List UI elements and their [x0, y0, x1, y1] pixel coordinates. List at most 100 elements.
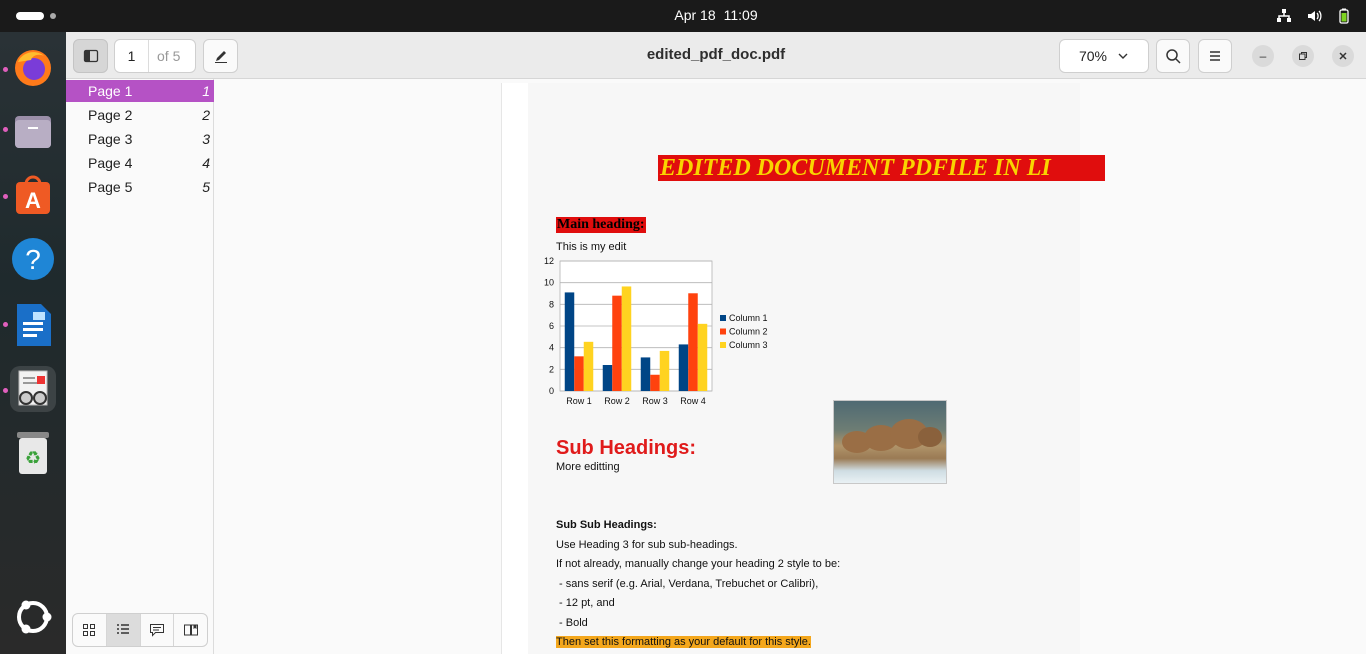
bookmarks-icon — [183, 624, 198, 636]
legend-label: Column 3 — [729, 340, 768, 350]
page-label: Page 4 — [88, 155, 133, 171]
page-number: 2 — [202, 107, 210, 123]
bar — [650, 374, 660, 391]
page-number: 5 — [202, 179, 210, 195]
bar — [640, 357, 651, 391]
sidebar-item-page-5[interactable]: Page 5 5 — [66, 176, 214, 198]
maximize-button[interactable] — [1292, 45, 1314, 67]
clock[interactable]: Apr 18 11:09 — [0, 7, 1366, 23]
thumbnails-icon — [83, 624, 96, 636]
legend-label: Column 1 — [729, 313, 768, 323]
main-menu-button[interactable] — [1198, 39, 1232, 73]
top-bar: Apr 18 11:09 — [0, 0, 1366, 32]
minimize-button[interactable]: – — [1252, 45, 1274, 67]
bar — [564, 292, 575, 391]
writer-icon[interactable] — [10, 302, 56, 348]
sidebar: Page 1 1 Page 2 2 Page 3 3 Page 4 4 Page 5 5 — [66, 79, 214, 654]
outline-icon — [117, 624, 130, 634]
chevron-down-icon — [1118, 53, 1128, 59]
bears-photo — [833, 400, 947, 484]
svg-text:A: A — [25, 188, 41, 213]
app-center-icon[interactable]: A — [10, 172, 56, 218]
y-tick-label: 8 — [549, 299, 554, 309]
body-line: - 12 pt, and — [556, 597, 615, 609]
system-tray[interactable] — [1276, 8, 1352, 24]
running-indicator — [3, 322, 8, 327]
sidebar-item-page-4[interactable]: Page 4 4 — [66, 152, 214, 174]
zoom-dropdown[interactable]: 70% — [1059, 39, 1149, 73]
pdf-page: EDITED DOCUMENT PDFILE IN LI Main headin… — [501, 83, 1105, 654]
body-line: If not already, manually change your hea… — [556, 558, 841, 570]
page-label: Page 5 — [88, 179, 133, 195]
sidebar-item-page-2[interactable]: Page 2 2 — [66, 104, 214, 126]
sub-heading: Sub Headings: — [556, 437, 697, 459]
y-tick-label: 10 — [544, 278, 554, 288]
bar — [574, 356, 584, 391]
document-viewer-icon[interactable] — [10, 366, 56, 412]
document-viewer-window: 1 of 5 edited_pdf_doc.pdf 70% – Page 1 1 … — [66, 32, 1366, 654]
main-heading: Main heading: — [556, 217, 646, 233]
bar-chart: 0 2 4 6 8 10 12 Row 1 Row 2 Row 3 Row 4 Column 1 Col… — [544, 257, 768, 406]
running-indicator — [3, 67, 8, 72]
y-tick-label: 2 — [549, 364, 554, 374]
help-icon[interactable]: ? — [10, 236, 56, 282]
firefox-icon[interactable] — [10, 44, 56, 90]
running-indicator — [3, 388, 8, 393]
hamburger-menu-icon — [1210, 51, 1220, 61]
body-line: - sans serif (e.g. Arial, Verdana, Trebu… — [556, 578, 819, 590]
sidebar-item-page-1[interactable]: Page 1 1 — [66, 80, 214, 102]
x-tick-label: Row 2 — [604, 396, 630, 406]
document-banner: EDITED DOCUMENT PDFILE IN LI — [658, 155, 1105, 181]
bar — [697, 323, 708, 391]
legend-swatch — [720, 315, 726, 321]
page-label: Page 3 — [88, 131, 133, 147]
minimize-icon: – — [1259, 49, 1267, 63]
files-icon[interactable] — [10, 108, 56, 154]
close-icon — [1339, 52, 1347, 60]
tab-annotations[interactable] — [141, 614, 175, 646]
bar — [621, 286, 632, 391]
y-tick-label: 4 — [549, 343, 554, 353]
restore-icon — [1299, 52, 1307, 60]
page-content: EDITED DOCUMENT PDFILE IN LI Main headin… — [528, 83, 1105, 654]
close-button[interactable] — [1332, 45, 1354, 67]
volume-icon — [1308, 10, 1322, 22]
running-indicator — [3, 194, 8, 199]
page-label: Page 1 — [88, 83, 133, 99]
tab-outline[interactable] — [106, 614, 141, 646]
annotations-icon — [149, 624, 164, 637]
x-tick-label: Row 4 — [680, 396, 706, 406]
sidebar-item-page-3[interactable]: Page 3 3 — [66, 128, 214, 150]
highlighted-line: Then set this formatting as your default… — [556, 636, 811, 648]
sidebar-view-switcher — [72, 613, 208, 647]
battery-icon — [1339, 8, 1349, 24]
bar — [688, 293, 698, 391]
tab-bookmarks[interactable] — [174, 614, 207, 646]
tab-thumbnails[interactable] — [73, 614, 107, 646]
clock-time: 11:09 — [723, 7, 758, 23]
bar — [602, 365, 613, 391]
header-bar: 1 of 5 edited_pdf_doc.pdf 70% – — [66, 32, 1366, 79]
running-indicator — [3, 127, 8, 132]
body-line: - Bold — [556, 617, 588, 629]
search-button[interactable] — [1156, 39, 1190, 73]
search-icon — [1166, 49, 1181, 64]
y-tick-label: 12 — [544, 257, 554, 266]
bar — [612, 295, 622, 391]
legend-label: Column 2 — [729, 327, 768, 337]
document-view[interactable]: EDITED DOCUMENT PDFILE IN LI Main headin… — [214, 79, 1366, 654]
page-number: 4 — [202, 155, 210, 171]
y-tick-label: 0 — [549, 386, 554, 396]
more-editing-line: More editting — [556, 461, 620, 473]
edit-line: This is my edit — [556, 241, 627, 253]
body-line: Use Heading 3 for sub sub-headings. — [556, 539, 738, 551]
network-icon — [1277, 9, 1291, 22]
trash-icon[interactable]: ♻ — [10, 430, 56, 476]
svg-text:♻: ♻ — [25, 448, 41, 468]
svg-text:?: ? — [25, 244, 41, 275]
page-number: 3 — [202, 131, 210, 147]
legend-swatch — [720, 342, 726, 348]
y-tick-label: 6 — [549, 321, 554, 331]
page-label: Page 2 — [88, 107, 133, 123]
ubuntu-logo-icon[interactable] — [14, 598, 52, 636]
